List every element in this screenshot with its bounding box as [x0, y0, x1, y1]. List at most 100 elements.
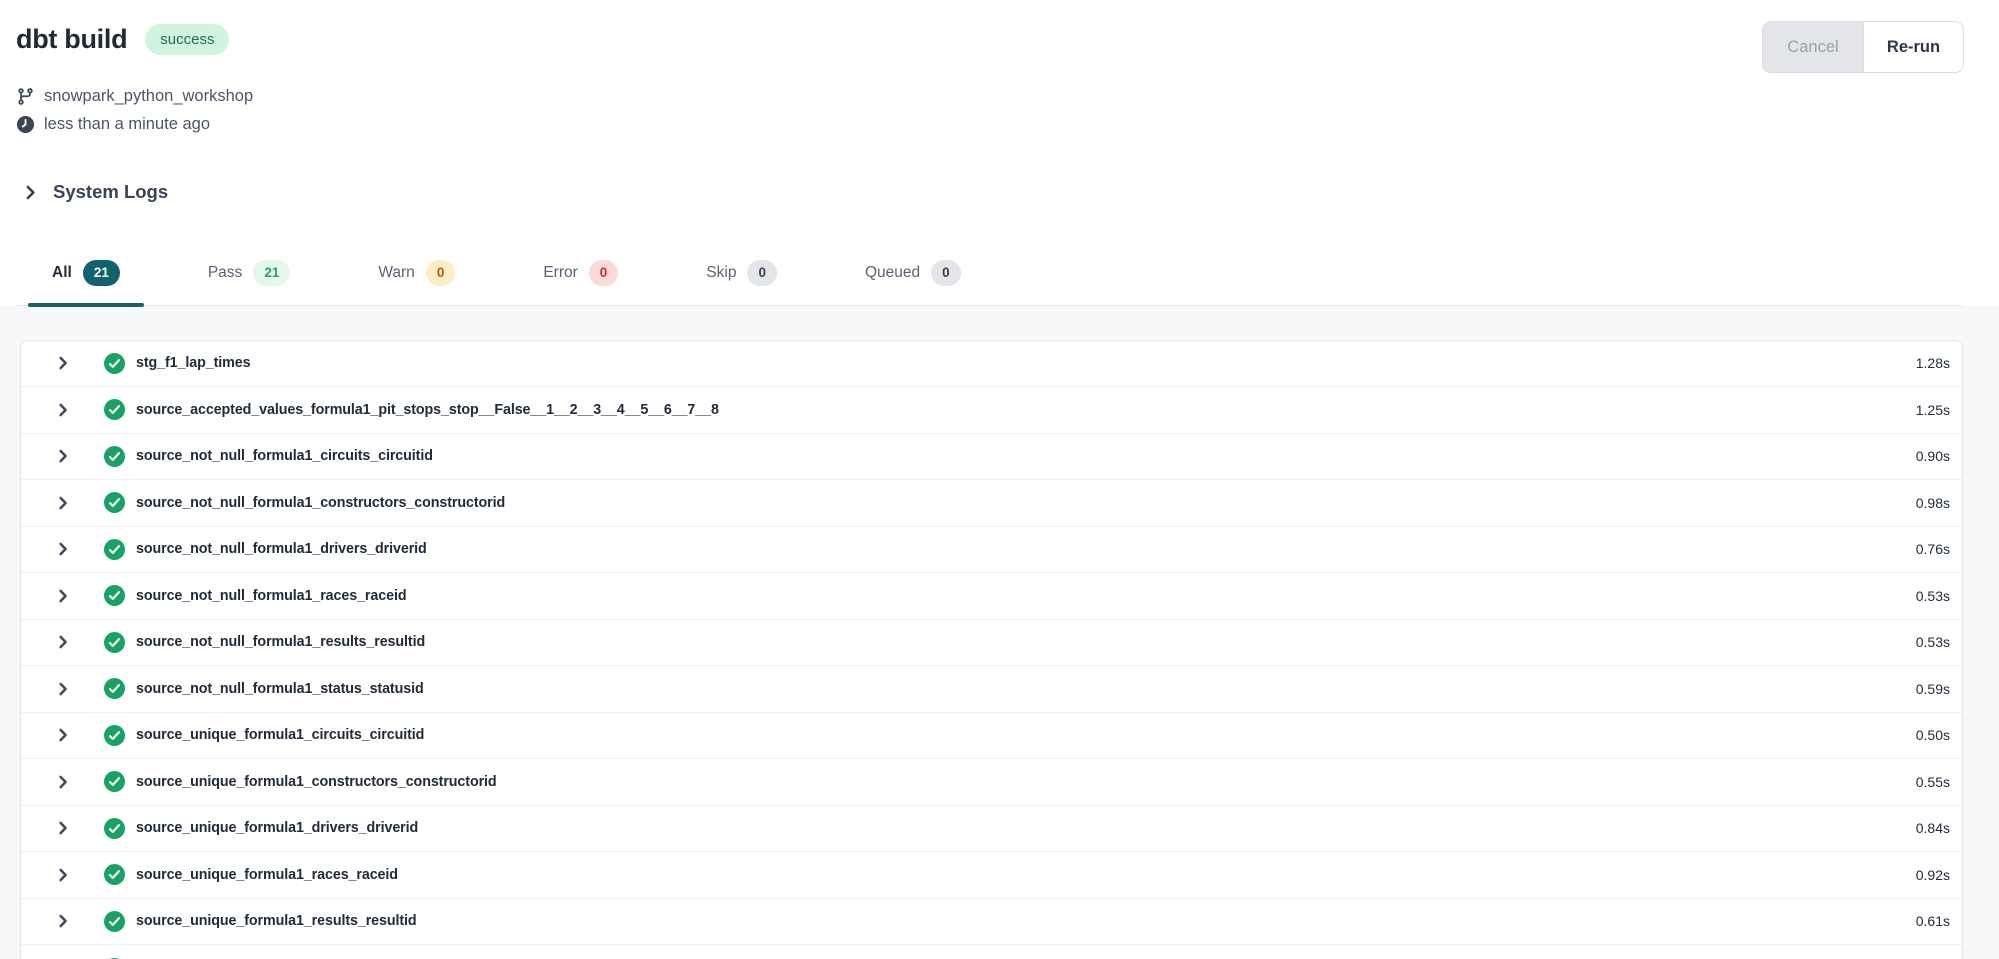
result-row[interactable]: source_not_null_formula1_results_resulti…: [21, 620, 1962, 667]
chevron-right-icon[interactable]: [55, 774, 71, 790]
chevron-right-icon[interactable]: [55, 588, 71, 604]
duration: 0.59s: [1916, 681, 1950, 697]
success-check-icon: [104, 632, 125, 653]
resource-name: source_unique_formula1_races_raceid: [136, 867, 1916, 883]
tab-label: All: [52, 263, 72, 283]
success-check-icon: [104, 911, 125, 932]
tab-queued[interactable]: Queued 0: [841, 260, 985, 305]
count-badge: 0: [589, 260, 619, 286]
branch-name: snowpark_python_workshop: [44, 87, 253, 106]
resource-name: source_not_null_formula1_results_resulti…: [136, 634, 1916, 650]
duration: 0.84s: [1916, 820, 1950, 836]
count-badge: 0: [931, 260, 961, 286]
chevron-right-icon[interactable]: [55, 913, 71, 929]
chevron-right-icon[interactable]: [55, 727, 71, 743]
time-row: less than a minute ago: [16, 110, 1963, 138]
chevron-right-icon[interactable]: [55, 634, 71, 650]
success-check-icon: [104, 446, 125, 467]
result-row[interactable]: source_unique_formula1_results_resultid …: [21, 899, 1962, 946]
result-row[interactable]: source_unique_formula1_circuits_circuiti…: [21, 713, 1962, 760]
success-check-icon: [104, 585, 125, 606]
tab-label: Pass: [208, 263, 242, 283]
result-row[interactable]: source_not_null_formula1_circuits_circui…: [21, 434, 1962, 481]
success-check-icon: [104, 678, 125, 699]
chevron-right-icon[interactable]: [55, 867, 71, 883]
success-check-icon: [104, 818, 125, 839]
system-logs-toggle[interactable]: System Logs: [22, 180, 168, 204]
tab-label: Skip: [706, 263, 736, 283]
results-list: stg_f1_lap_times 1.28s source_accepted_v…: [20, 340, 1963, 959]
duration: 0.98s: [1916, 495, 1950, 511]
success-check-icon: [104, 771, 125, 792]
status-filter-tabs: All 21 Pass 21 Warn 0 Error 0 Skip 0 Que…: [16, 260, 1963, 306]
rerun-button[interactable]: Re-run: [1863, 22, 1963, 72]
system-logs-label: System Logs: [53, 181, 168, 203]
result-row[interactable]: source_unique_formula1_status_statusid 0…: [21, 945, 1962, 959]
tab-pass[interactable]: Pass 21: [184, 260, 315, 305]
duration: 0.76s: [1916, 541, 1950, 557]
result-row[interactable]: source_not_null_formula1_races_raceid 0.…: [21, 573, 1962, 620]
result-row[interactable]: source_unique_formula1_constructors_cons…: [21, 759, 1962, 806]
success-check-icon: [104, 539, 125, 560]
count-badge: 21: [83, 260, 120, 286]
duration: 1.25s: [1916, 402, 1950, 418]
chevron-right-icon[interactable]: [55, 820, 71, 836]
count-badge: 0: [747, 260, 777, 286]
git-branch-icon: [16, 87, 35, 106]
resource-name: source_not_null_formula1_circuits_circui…: [136, 448, 1916, 464]
success-check-icon: [104, 353, 125, 374]
resource-name: source_unique_formula1_constructors_cons…: [136, 774, 1916, 790]
run-action-buttons: Cancel Re-run: [1763, 22, 1963, 72]
tab-warn[interactable]: Warn 0: [354, 260, 479, 305]
resource-name: source_not_null_formula1_drivers_driveri…: [136, 541, 1916, 557]
chevron-right-icon[interactable]: [55, 681, 71, 697]
chevron-right-icon[interactable]: [55, 402, 71, 418]
success-check-icon: [104, 864, 125, 885]
chevron-right-icon[interactable]: [55, 355, 71, 371]
duration: 0.92s: [1916, 867, 1950, 883]
clock-icon: [16, 115, 35, 134]
tab-all[interactable]: All 21: [28, 260, 144, 305]
duration: 0.55s: [1916, 774, 1950, 790]
result-row[interactable]: source_not_null_formula1_drivers_driveri…: [21, 527, 1962, 574]
page-title: dbt build: [16, 20, 127, 58]
result-row[interactable]: source_accepted_values_formula1_pit_stop…: [21, 387, 1962, 434]
count-badge: 0: [426, 260, 456, 286]
run-time-ago: less than a minute ago: [44, 115, 210, 134]
chevron-right-icon[interactable]: [55, 448, 71, 464]
run-meta: snowpark_python_workshop less than a min…: [16, 82, 1963, 138]
result-row[interactable]: stg_f1_lap_times 1.28s: [21, 341, 1962, 388]
resource-name: source_unique_formula1_results_resultid: [136, 913, 1916, 929]
result-row[interactable]: source_not_null_formula1_status_statusid…: [21, 666, 1962, 713]
resource-name: source_not_null_formula1_status_statusid: [136, 681, 1916, 697]
chevron-right-icon[interactable]: [55, 495, 71, 511]
chevron-right-icon: [22, 184, 39, 201]
duration: 0.61s: [1916, 913, 1950, 929]
duration: 0.50s: [1916, 727, 1950, 743]
tab-label: Error: [543, 263, 577, 283]
resource-name: source_accepted_values_formula1_pit_stop…: [136, 402, 1916, 418]
cancel-button[interactable]: Cancel: [1763, 22, 1863, 72]
chevron-right-icon[interactable]: [55, 541, 71, 557]
header-bar: dbt build success Cancel Re-run: [16, 20, 1963, 72]
resource-name: stg_f1_lap_times: [136, 355, 1916, 371]
resource-name: source_not_null_formula1_races_raceid: [136, 588, 1916, 604]
results-section: stg_f1_lap_times 1.28s source_accepted_v…: [0, 306, 1999, 959]
tab-label: Warn: [378, 263, 414, 283]
success-check-icon: [104, 725, 125, 746]
dbt-run-detail-page: dbt build success Cancel Re-run snowpark…: [0, 0, 1999, 959]
result-row[interactable]: source_unique_formula1_races_raceid 0.92…: [21, 852, 1962, 899]
duration: 1.28s: [1916, 355, 1950, 371]
resource-name: source_not_null_formula1_constructors_co…: [136, 495, 1916, 511]
resource-name: source_unique_formula1_circuits_circuiti…: [136, 727, 1916, 743]
branch-row: snowpark_python_workshop: [16, 82, 1963, 110]
tab-skip[interactable]: Skip 0: [682, 260, 801, 305]
success-check-icon: [104, 492, 125, 513]
result-row[interactable]: source_not_null_formula1_constructors_co…: [21, 480, 1962, 527]
resource-name: source_unique_formula1_drivers_driverid: [136, 820, 1916, 836]
tab-label: Queued: [865, 263, 920, 283]
duration: 0.53s: [1916, 634, 1950, 650]
tab-error[interactable]: Error 0: [519, 260, 642, 305]
result-row[interactable]: source_unique_formula1_drivers_driverid …: [21, 806, 1962, 853]
header-section: dbt build success Cancel Re-run snowpark…: [0, 0, 1999, 306]
